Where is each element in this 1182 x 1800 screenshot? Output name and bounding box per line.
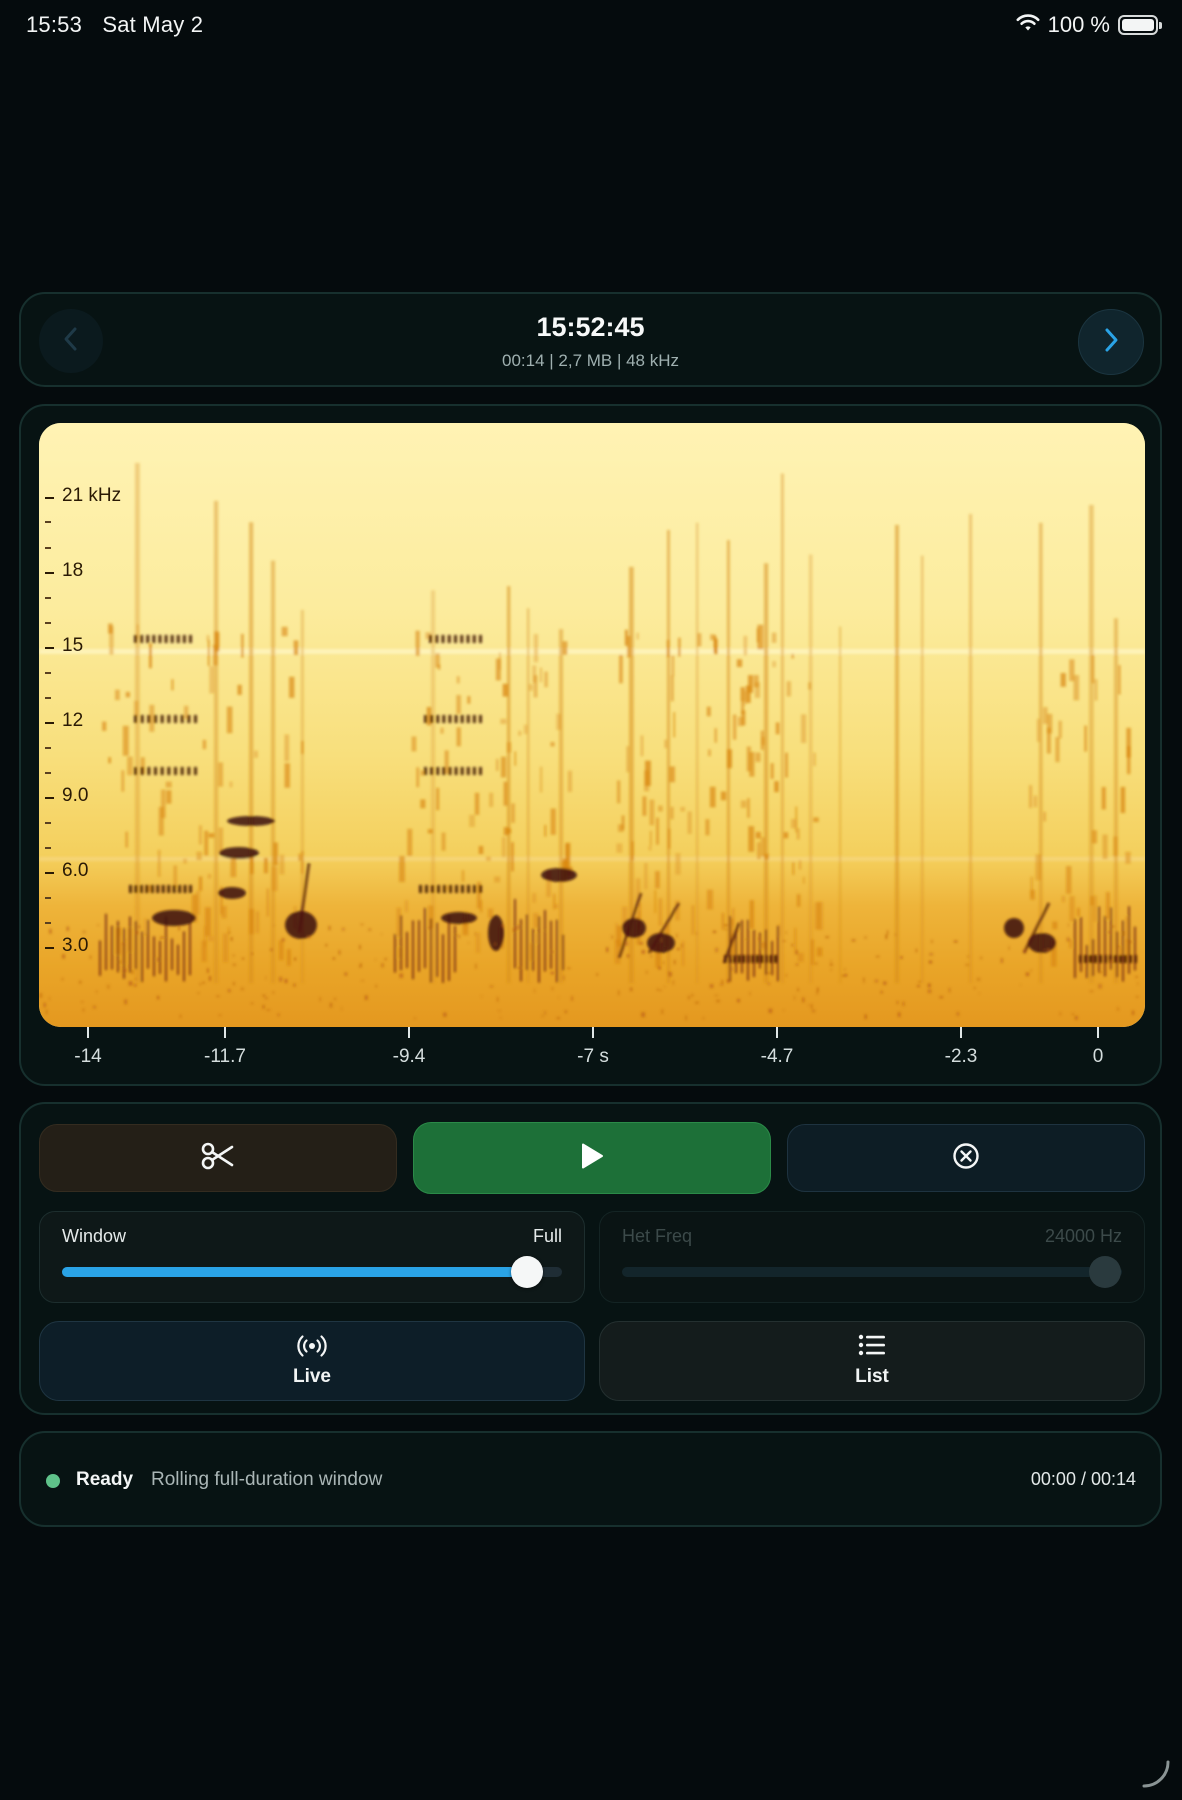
scissors-icon <box>201 1141 235 1176</box>
ready-indicator <box>46 1474 60 1488</box>
window-label: Window <box>62 1226 127 1246</box>
x-label-minus-4-7: -4.7 <box>760 1046 794 1067</box>
playback-time: 00:00 / 00:14 <box>1030 1469 1136 1489</box>
next-recording-button[interactable] <box>1078 309 1144 375</box>
status-card: Ready Rolling full-duration window 00:00… <box>19 1431 1162 1527</box>
chevron-right-icon <box>1101 326 1121 359</box>
recording-title: 15:52:45 <box>536 312 645 342</box>
clear-button[interactable] <box>787 1124 1145 1192</box>
recording-header: 15:52:45 00:14 | 2,7 MB | 48 kHz <box>19 292 1162 387</box>
wifi-icon <box>1016 12 1040 38</box>
live-button[interactable]: Live <box>39 1321 585 1401</box>
x-label-0: 0 <box>1092 1046 1104 1067</box>
circle-x-icon <box>952 1142 980 1175</box>
y-label-3: 3.0 <box>62 935 89 956</box>
het-freq-label: Het Freq <box>622 1226 693 1246</box>
list-icon <box>858 1334 886 1361</box>
cut-button[interactable] <box>39 1124 397 1192</box>
spectrogram-image <box>39 423 1145 1027</box>
list-button[interactable]: List <box>599 1321 1145 1401</box>
controls-card: Window Full Het Freq 24000 Hz Live List <box>19 1102 1162 1415</box>
het-freq-slider[interactable] <box>622 1256 1122 1288</box>
status-bar: 15:53 Sat May 2 100 % <box>0 0 1182 52</box>
y-label-12: 12 <box>62 710 84 731</box>
y-label-6: 6.0 <box>62 860 89 881</box>
broadcast-icon <box>295 1334 329 1363</box>
date: Sat May 2 <box>102 12 204 37</box>
play-button[interactable] <box>413 1122 771 1194</box>
het-freq-value: 24000 Hz <box>1044 1226 1122 1246</box>
x-label-minus-2-3: -2.3 <box>944 1046 978 1067</box>
window-slider[interactable] <box>62 1256 562 1288</box>
y-label-21khz: 21 kHz <box>62 485 122 506</box>
status-state: Ready <box>76 1469 134 1490</box>
recording-meta: 00:14 | 2,7 MB | 48 kHz <box>501 351 680 370</box>
window-value: Full <box>532 1226 562 1246</box>
x-label-minus-9-4: -9.4 <box>392 1046 426 1067</box>
resize-grabber-icon <box>1142 1760 1170 1788</box>
list-label: List <box>855 1366 889 1387</box>
window-slider-thumb[interactable] <box>511 1256 543 1288</box>
window-slider-fill <box>62 1267 527 1277</box>
status-message: Rolling full-duration window <box>151 1469 383 1490</box>
y-label-15: 15 <box>62 635 84 656</box>
y-label-9: 9.0 <box>62 785 89 806</box>
clock: 15:53 <box>26 12 83 37</box>
x-label-minus-14: -14 <box>74 1046 102 1067</box>
het-freq-slider-thumb[interactable] <box>1088 1256 1121 1288</box>
spectrogram-card: 21 kHz 18 15 12 9.0 6.0 3.0 -14 -11.7 -9… <box>19 404 1162 1086</box>
window-slider-panel: Window Full <box>39 1211 585 1303</box>
battery-percent: 100 % <box>1047 12 1110 37</box>
x-label-minus-11-7: -11.7 <box>204 1046 246 1067</box>
play-icon <box>579 1142 605 1175</box>
het-freq-slider-panel: Het Freq 24000 Hz <box>599 1211 1145 1303</box>
spectrogram[interactable]: 21 kHz 18 15 12 9.0 6.0 3.0 <box>39 423 1145 1027</box>
live-label: Live <box>292 1366 332 1387</box>
y-label-18: 18 <box>62 560 84 581</box>
battery-icon <box>1118 15 1162 35</box>
x-label-minus-7: -7 s <box>577 1046 609 1067</box>
